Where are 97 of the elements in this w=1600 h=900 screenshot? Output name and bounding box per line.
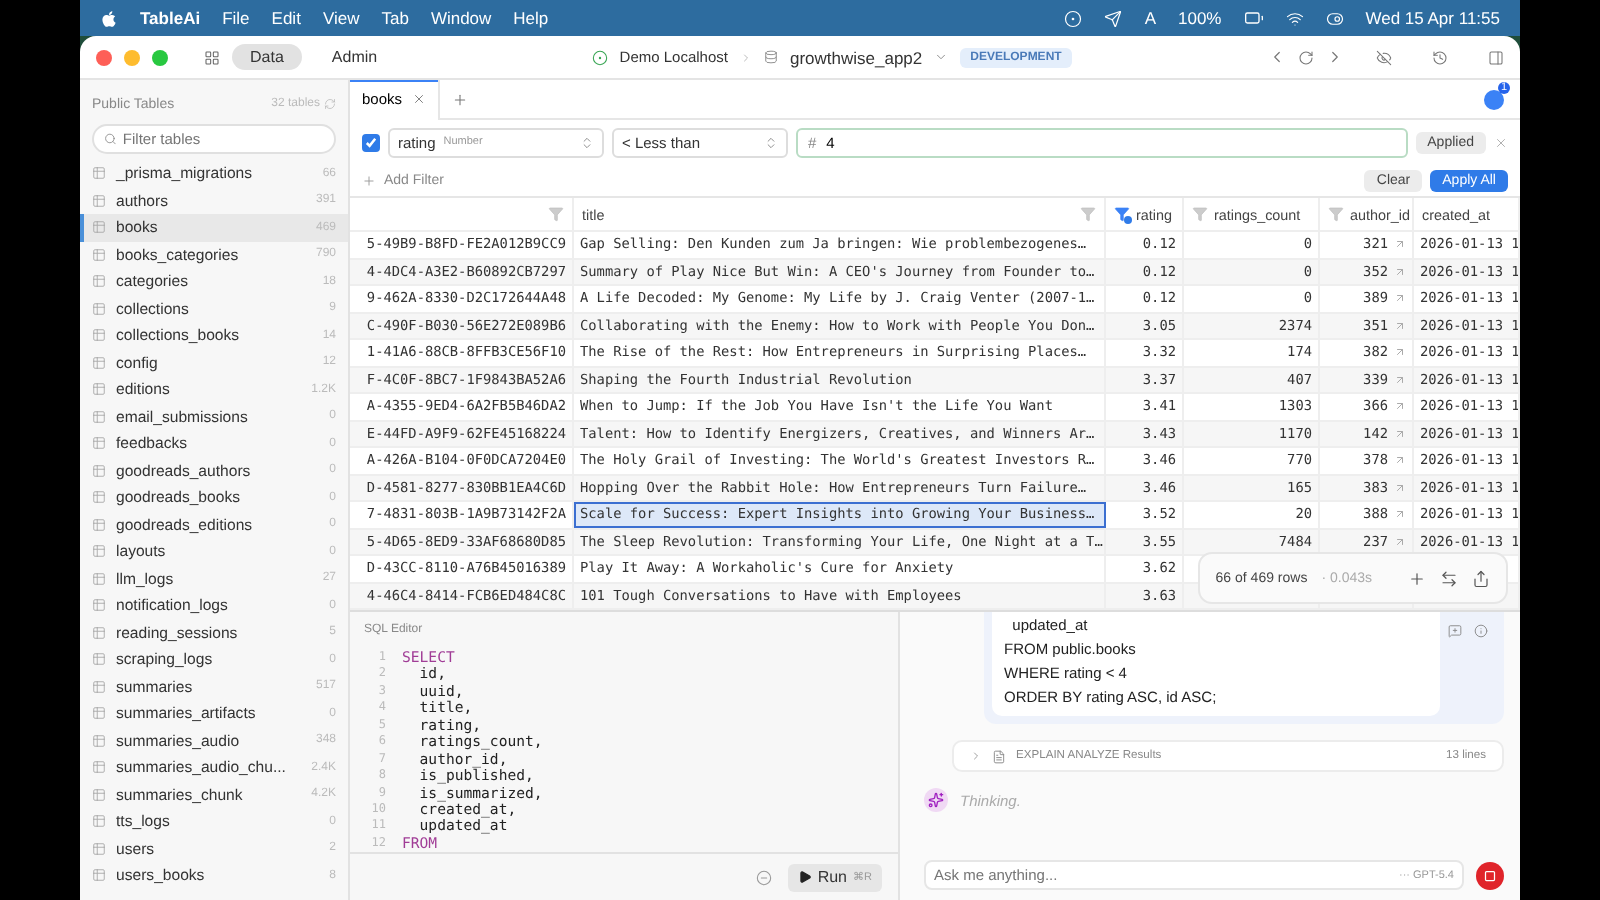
sidebar-icon[interactable]	[1488, 49, 1504, 65]
table-icon	[92, 409, 106, 424]
updown-icon	[580, 135, 594, 149]
database-icon	[763, 50, 778, 64]
table-icon	[92, 652, 106, 667]
filter-icon[interactable]	[1114, 206, 1130, 222]
table-icon	[92, 355, 106, 370]
table-icon	[92, 679, 106, 694]
close-button[interactable]	[96, 49, 112, 65]
mode-tab[interactable]: Admin	[313, 44, 396, 70]
stop-icon	[1484, 869, 1496, 881]
plus-icon	[362, 173, 376, 187]
table-icon	[92, 247, 106, 262]
table-icon	[92, 220, 106, 235]
hidden-icon[interactable]	[1376, 49, 1392, 65]
add-row-icon[interactable]	[1408, 569, 1426, 587]
play-icon	[797, 870, 812, 885]
filter-icon[interactable]	[1080, 206, 1096, 222]
menu-item[interactable]: View	[322, 8, 360, 28]
document-icon	[992, 749, 1006, 763]
table-icon	[92, 463, 106, 478]
apple-icon[interactable]	[100, 9, 118, 27]
table-icon	[92, 787, 106, 802]
search-icon	[104, 132, 117, 146]
filter-checkbox[interactable]	[362, 133, 380, 151]
link-icon[interactable]	[1394, 427, 1406, 440]
table-icon	[92, 733, 106, 748]
wifi-icon[interactable]	[1285, 9, 1304, 27]
menu-clock: Wed 15 Apr 11:55	[1365, 8, 1500, 28]
battery-percent: 100%	[1177, 8, 1222, 28]
grid-icon[interactable]	[204, 49, 220, 65]
close-icon[interactable]	[412, 92, 427, 106]
table-icon	[92, 571, 106, 586]
chevron-right-icon	[739, 51, 752, 63]
table-icon	[92, 760, 106, 775]
filter-icon[interactable]	[1328, 206, 1344, 222]
swap-icon[interactable]	[1440, 569, 1458, 587]
zoom-button[interactable]	[152, 49, 168, 65]
table-icon	[92, 598, 106, 613]
mode-tab[interactable]: Data	[232, 44, 302, 70]
toggle-icon[interactable]	[1325, 9, 1344, 27]
link-icon[interactable]	[1394, 400, 1406, 413]
record-icon[interactable]	[1064, 9, 1083, 27]
menu-item[interactable]: Window	[430, 8, 492, 28]
refresh-icon[interactable]	[324, 98, 336, 110]
table-icon	[92, 166, 106, 181]
table-icon	[92, 274, 106, 289]
menu-item[interactable]: File	[222, 8, 250, 28]
filter-icon[interactable]	[548, 206, 564, 222]
comment-icon[interactable]	[1448, 624, 1462, 638]
filter-icon[interactable]	[1192, 206, 1208, 222]
link-icon[interactable]	[1394, 346, 1406, 359]
table-icon	[92, 706, 106, 721]
link-icon[interactable]	[1394, 508, 1406, 521]
link-icon[interactable]	[1394, 373, 1406, 386]
sparkle-icon	[924, 788, 948, 812]
table-icon	[92, 490, 106, 505]
history-icon[interactable]	[1432, 49, 1448, 65]
remove-filter-icon[interactable]	[1494, 135, 1508, 149]
chevron-right-icon	[970, 750, 982, 762]
menu-item[interactable]: Help	[513, 8, 549, 28]
battery-icon	[1243, 8, 1264, 28]
table-icon	[92, 436, 106, 451]
link-icon[interactable]	[1394, 535, 1406, 548]
app-menu[interactable]: TableAi	[140, 8, 201, 28]
table-icon	[92, 328, 106, 343]
export-icon[interactable]	[1472, 569, 1490, 587]
link-icon[interactable]	[1394, 292, 1406, 305]
chevron-down-icon[interactable]	[934, 50, 949, 64]
table-icon	[92, 814, 106, 829]
link-icon[interactable]	[1394, 454, 1406, 467]
stop-button[interactable]	[1476, 861, 1504, 889]
send-icon[interactable]	[1104, 9, 1123, 27]
back-icon[interactable]	[1268, 48, 1286, 66]
info-icon[interactable]	[1474, 624, 1488, 638]
table-icon	[92, 841, 106, 856]
table-icon	[92, 193, 106, 208]
table-icon	[92, 301, 106, 316]
add-tab-icon[interactable]	[452, 91, 469, 107]
table-icon	[92, 625, 106, 640]
table-icon	[92, 868, 106, 883]
link-icon[interactable]	[1394, 238, 1406, 251]
updown-icon	[764, 135, 778, 149]
link-icon[interactable]	[1394, 481, 1406, 494]
table-icon	[92, 517, 106, 532]
forward-icon[interactable]	[1326, 48, 1344, 66]
minus-circle-icon[interactable]	[755, 869, 772, 886]
minimize-button[interactable]	[124, 49, 140, 65]
link-icon[interactable]	[1394, 265, 1406, 278]
table-icon	[92, 544, 106, 559]
link-icon[interactable]	[1394, 319, 1406, 332]
refresh-icon[interactable]	[1298, 49, 1314, 65]
database-name[interactable]: growthwise_app2	[789, 47, 923, 67]
menu-item[interactable]: Edit	[271, 8, 301, 28]
menu-item[interactable]: Tab	[381, 8, 409, 28]
table-icon	[92, 382, 106, 397]
input-source[interactable]: A	[1144, 8, 1156, 28]
